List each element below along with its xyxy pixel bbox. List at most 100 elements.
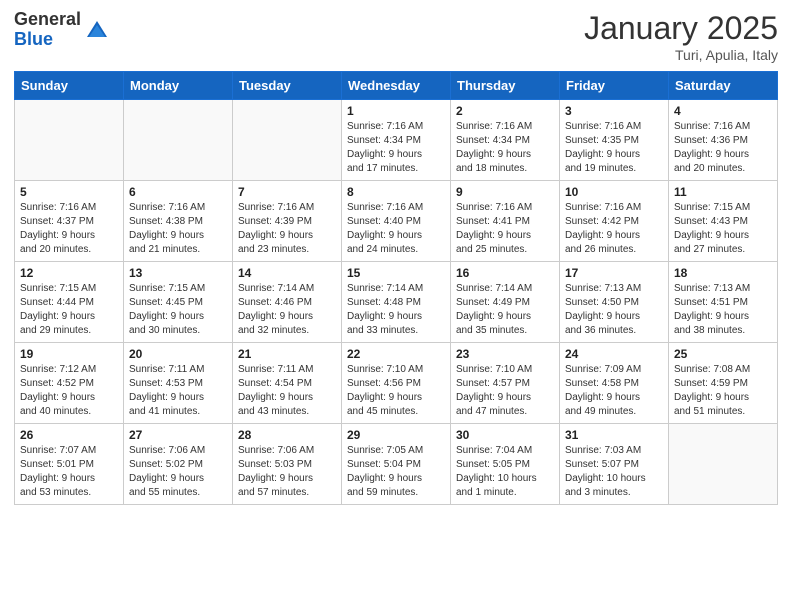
day-info: Sunrise: 7:16 AM Sunset: 4:41 PM Dayligh… [456, 201, 554, 257]
calendar-cell: 9 Sunrise: 7:16 AM Sunset: 4:41 PM Daylig… [451, 181, 560, 262]
day-number: 24 [565, 347, 663, 361]
calendar-cell: 7 Sunrise: 7:16 AM Sunset: 4:39 PM Daylig… [233, 181, 342, 262]
calendar-cell: 23 Sunrise: 7:10 AM Sunset: 4:57 PM Dayli… [451, 343, 560, 424]
day-info: Sunrise: 7:16 AM Sunset: 4:34 PM Dayligh… [347, 120, 445, 176]
day-number: 1 [347, 104, 445, 118]
day-info: Sunrise: 7:09 AM Sunset: 4:58 PM Dayligh… [565, 363, 663, 419]
calendar-cell: 31Sunrise: 7:03 AM Sunset: 5:07 PM Dayli… [560, 424, 669, 505]
calendar-cell: 26Sunrise: 7:07 AM Sunset: 5:01 PM Dayli… [15, 424, 124, 505]
day-info: Sunrise: 7:15 AM Sunset: 4:45 PM Dayligh… [129, 282, 227, 338]
day-info: Sunrise: 7:16 AM Sunset: 4:38 PM Dayligh… [129, 201, 227, 257]
day-info: Sunrise: 7:03 AM Sunset: 5:07 PM Dayligh… [565, 444, 663, 500]
day-number: 11 [674, 185, 772, 199]
day-number: 25 [674, 347, 772, 361]
day-number: 9 [456, 185, 554, 199]
day-number: 16 [456, 266, 554, 280]
day-info: Sunrise: 7:16 AM Sunset: 4:34 PM Dayligh… [456, 120, 554, 176]
day-info: Sunrise: 7:11 AM Sunset: 4:53 PM Dayligh… [129, 363, 227, 419]
title-block: January 2025 Turi, Apulia, Italy [584, 10, 778, 63]
day-number: 8 [347, 185, 445, 199]
calendar-cell: 5 Sunrise: 7:16 AM Sunset: 4:37 PM Daylig… [15, 181, 124, 262]
day-info: Sunrise: 7:06 AM Sunset: 5:02 PM Dayligh… [129, 444, 227, 500]
calendar-cell [233, 100, 342, 181]
calendar-cell: 24 Sunrise: 7:09 AM Sunset: 4:58 PM Dayli… [560, 343, 669, 424]
calendar-table: SundayMondayTuesdayWednesdayThursdayFrid… [14, 71, 778, 505]
calendar-cell: 20 Sunrise: 7:11 AM Sunset: 4:53 PM Dayli… [124, 343, 233, 424]
calendar-cell: 1 Sunrise: 7:16 AM Sunset: 4:34 PM Daylig… [342, 100, 451, 181]
page: General Blue January 2025 Turi, Apulia, … [0, 0, 792, 519]
day-number: 10 [565, 185, 663, 199]
logo: General Blue [14, 10, 111, 50]
day-number: 29 [347, 428, 445, 442]
logo-icon [83, 15, 111, 43]
calendar-cell: 12Sunrise: 7:15 AM Sunset: 4:44 PM Dayli… [15, 262, 124, 343]
calendar-header-row: SundayMondayTuesdayWednesdayThursdayFrid… [15, 72, 778, 100]
calendar-cell: 28 Sunrise: 7:06 AM Sunset: 5:03 PM Dayli… [233, 424, 342, 505]
day-info: Sunrise: 7:10 AM Sunset: 4:56 PM Dayligh… [347, 363, 445, 419]
calendar-cell: 10Sunrise: 7:16 AM Sunset: 4:42 PM Dayli… [560, 181, 669, 262]
day-number: 3 [565, 104, 663, 118]
calendar-header-wednesday: Wednesday [342, 72, 451, 100]
calendar-cell: 16 Sunrise: 7:14 AM Sunset: 4:49 PM Dayli… [451, 262, 560, 343]
day-number: 15 [347, 266, 445, 280]
calendar-cell: 2 Sunrise: 7:16 AM Sunset: 4:34 PM Daylig… [451, 100, 560, 181]
calendar-header-tuesday: Tuesday [233, 72, 342, 100]
day-info: Sunrise: 7:16 AM Sunset: 4:35 PM Dayligh… [565, 120, 663, 176]
day-number: 23 [456, 347, 554, 361]
day-number: 7 [238, 185, 336, 199]
calendar-cell: 21 Sunrise: 7:11 AM Sunset: 4:54 PM Dayli… [233, 343, 342, 424]
calendar-cell [124, 100, 233, 181]
logo-general: General [14, 10, 81, 30]
calendar-cell: 13 Sunrise: 7:15 AM Sunset: 4:45 PM Dayli… [124, 262, 233, 343]
day-number: 19 [20, 347, 118, 361]
calendar-cell: 27Sunrise: 7:06 AM Sunset: 5:02 PM Dayli… [124, 424, 233, 505]
day-info: Sunrise: 7:16 AM Sunset: 4:39 PM Dayligh… [238, 201, 336, 257]
day-number: 30 [456, 428, 554, 442]
calendar-cell: 8 Sunrise: 7:16 AM Sunset: 4:40 PM Daylig… [342, 181, 451, 262]
calendar-week-2: 5 Sunrise: 7:16 AM Sunset: 4:37 PM Daylig… [15, 181, 778, 262]
calendar-header-monday: Monday [124, 72, 233, 100]
day-info: Sunrise: 7:13 AM Sunset: 4:51 PM Dayligh… [674, 282, 772, 338]
day-number: 18 [674, 266, 772, 280]
day-info: Sunrise: 7:08 AM Sunset: 4:59 PM Dayligh… [674, 363, 772, 419]
day-info: Sunrise: 7:04 AM Sunset: 5:05 PM Dayligh… [456, 444, 554, 500]
calendar-cell: 4Sunrise: 7:16 AM Sunset: 4:36 PM Daylig… [669, 100, 778, 181]
day-info: Sunrise: 7:11 AM Sunset: 4:54 PM Dayligh… [238, 363, 336, 419]
day-number: 2 [456, 104, 554, 118]
day-number: 5 [20, 185, 118, 199]
month-title: January 2025 [584, 10, 778, 47]
day-number: 26 [20, 428, 118, 442]
calendar-header-saturday: Saturday [669, 72, 778, 100]
calendar-week-5: 26Sunrise: 7:07 AM Sunset: 5:01 PM Dayli… [15, 424, 778, 505]
day-info: Sunrise: 7:12 AM Sunset: 4:52 PM Dayligh… [20, 363, 118, 419]
calendar-cell: 25 Sunrise: 7:08 AM Sunset: 4:59 PM Dayli… [669, 343, 778, 424]
day-info: Sunrise: 7:14 AM Sunset: 4:49 PM Dayligh… [456, 282, 554, 338]
calendar-cell: 15Sunrise: 7:14 AM Sunset: 4:48 PM Dayli… [342, 262, 451, 343]
day-info: Sunrise: 7:06 AM Sunset: 5:03 PM Dayligh… [238, 444, 336, 500]
calendar-cell [669, 424, 778, 505]
calendar-cell: 11 Sunrise: 7:15 AM Sunset: 4:43 PM Dayli… [669, 181, 778, 262]
calendar-header-thursday: Thursday [451, 72, 560, 100]
day-info: Sunrise: 7:10 AM Sunset: 4:57 PM Dayligh… [456, 363, 554, 419]
day-number: 12 [20, 266, 118, 280]
day-info: Sunrise: 7:16 AM Sunset: 4:37 PM Dayligh… [20, 201, 118, 257]
day-number: 21 [238, 347, 336, 361]
day-number: 13 [129, 266, 227, 280]
day-number: 20 [129, 347, 227, 361]
day-info: Sunrise: 7:14 AM Sunset: 4:46 PM Dayligh… [238, 282, 336, 338]
day-number: 22 [347, 347, 445, 361]
day-info: Sunrise: 7:05 AM Sunset: 5:04 PM Dayligh… [347, 444, 445, 500]
location: Turi, Apulia, Italy [584, 47, 778, 63]
calendar-week-1: 1 Sunrise: 7:16 AM Sunset: 4:34 PM Daylig… [15, 100, 778, 181]
logo-blue: Blue [14, 30, 81, 50]
day-number: 28 [238, 428, 336, 442]
calendar-week-4: 19 Sunrise: 7:12 AM Sunset: 4:52 PM Dayli… [15, 343, 778, 424]
day-number: 17 [565, 266, 663, 280]
day-info: Sunrise: 7:16 AM Sunset: 4:40 PM Dayligh… [347, 201, 445, 257]
day-info: Sunrise: 7:15 AM Sunset: 4:43 PM Dayligh… [674, 201, 772, 257]
day-number: 14 [238, 266, 336, 280]
calendar-header-friday: Friday [560, 72, 669, 100]
calendar-cell: 22 Sunrise: 7:10 AM Sunset: 4:56 PM Dayli… [342, 343, 451, 424]
header: General Blue January 2025 Turi, Apulia, … [14, 10, 778, 63]
calendar-cell: 17Sunrise: 7:13 AM Sunset: 4:50 PM Dayli… [560, 262, 669, 343]
